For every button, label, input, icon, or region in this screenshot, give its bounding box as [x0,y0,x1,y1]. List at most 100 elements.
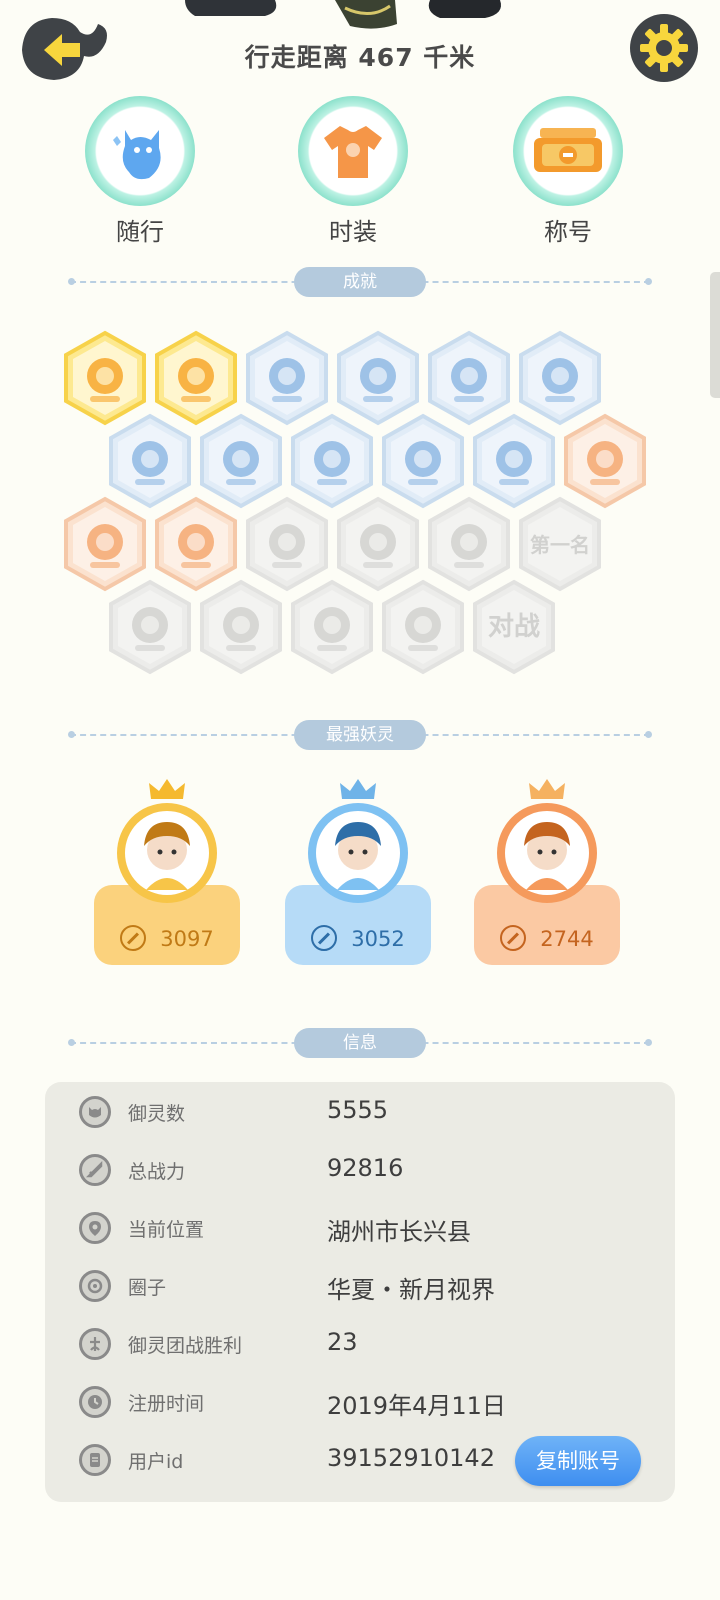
info-value: 5555 [327,1096,389,1124]
hearts-spirits-icon [291,579,373,675]
achievements-header: 成就 [294,267,426,297]
crossed-swords-icon [200,579,282,675]
cat-list-icon [382,579,464,675]
title-plaque-icon [534,128,602,172]
achievement-badge[interactable] [244,496,330,592]
achievement-badge[interactable] [562,413,648,509]
strongest-divider: 最强妖灵 [68,720,652,750]
achievement-badge[interactable] [153,330,239,426]
page-title: 行走距离 467 千米 [244,43,476,72]
battle-icon: 对战 [473,579,555,675]
circle-group-icon [79,1270,111,1302]
achievement-badge[interactable] [198,413,284,509]
info-value: 华夏・新月视界 [327,1276,495,1304]
strongest-spirit-card[interactable]: 3097 [94,775,240,975]
achievements-divider: 成就 [68,267,652,297]
achievement-badge[interactable] [153,496,239,592]
achievement-badge[interactable] [335,330,421,426]
fashion-button[interactable]: 时装 [283,96,423,247]
info-row-total-power: 总战力 92816 [45,1144,675,1194]
crown-icon [340,779,376,799]
info-key: 注册时间 [128,1393,205,1415]
companion-ghost-icon [113,130,161,180]
achievement-badge[interactable] [107,413,193,509]
yin-yang-swirl-icon [200,413,282,509]
achievement-badge[interactable] [380,413,466,509]
svg-text:对战: 对战 [488,611,540,641]
scroll-seal-icon [564,413,646,509]
spirit-power-value: 3052 [351,927,405,951]
achievement-badge[interactable] [289,413,375,509]
crown-icon [529,779,565,799]
fashion-label: 时装 [329,218,377,246]
companion-label: 随行 [116,218,164,246]
companion-button[interactable]: 随行 [70,96,210,247]
cat-book-icon [428,496,510,592]
strongest-spirit-card[interactable]: 2744 [474,775,620,975]
achievement-badge[interactable] [335,496,421,592]
achievement-badge[interactable] [517,330,603,426]
crown-icon [149,779,185,799]
spirit-count-icon [79,1096,111,1128]
achievement-badge[interactable] [198,579,284,675]
info-row-register-date: 注册时间 2019年4月11日 [45,1376,675,1426]
strongest-spirit-card[interactable]: 3052 [285,775,431,975]
settings-button[interactable] [628,12,700,84]
achievement-badge[interactable] [380,579,466,675]
spirit-power: 3097 [94,925,240,951]
strongest-header: 最强妖灵 [294,720,426,750]
cat-balloon-icon [382,413,464,509]
info-value: 23 [327,1328,358,1356]
cat-pair-icon [155,496,237,592]
spirit-fountain-icon [291,413,373,509]
id-card-icon [79,1444,111,1476]
first-place-icon: 第一名 [519,496,601,592]
info-value: 39152910142 [327,1444,495,1472]
power-icon [311,925,338,951]
info-row-spirit-count: 御灵数 5555 [45,1086,675,1136]
spirit-power: 2744 [474,925,620,951]
dragon-icon [337,496,419,592]
location-pin-icon [79,1212,111,1244]
cart-cat-icon [246,496,328,592]
clock-icon [79,1386,111,1418]
info-value: 92816 [327,1154,404,1182]
sword-power-icon [79,1154,111,1186]
achievement-badge[interactable] [62,496,148,592]
side-drawer-handle[interactable] [710,272,720,398]
achievement-badge[interactable] [107,579,193,675]
achievement-badge[interactable] [62,330,148,426]
yin-yang-badge-icon [155,330,237,426]
info-header: 信息 [294,1028,426,1058]
info-key: 当前位置 [128,1219,205,1241]
crystal-ball-icon [519,330,601,426]
svg-text:第一名: 第一名 [530,533,590,557]
power-icon [500,925,527,951]
achievement-badge[interactable] [471,413,557,509]
achievement-badge[interactable] [289,579,375,675]
fox-ear-girl-avatar [497,803,597,903]
copy-account-button[interactable]: 复制账号 [515,1436,641,1486]
info-row-team-battle: 御灵团战胜利 23 [45,1318,675,1368]
bull-statue-icon [64,496,146,592]
tshirt-icon [324,126,382,178]
achievement-badge[interactable] [244,330,330,426]
character-feet-image [185,0,501,29]
info-row-location: 当前位置 湖州市长兴县 [45,1202,675,1252]
info-row-user-id: 用户id 39152910142 复制账号 [45,1434,675,1486]
achievement-badge[interactable] [426,330,512,426]
spirit-power: 3052 [285,925,431,951]
info-key: 御灵数 [128,1103,186,1125]
achievement-badge[interactable] [426,496,512,592]
moon-icon [428,330,510,426]
angry-cloud-icon [473,413,555,509]
title-label: 称号 [544,218,592,246]
purple-hair-maiden-avatar [308,803,408,903]
crystal-icon [109,413,191,509]
spirit-power-value: 2744 [540,927,594,951]
portal-icon [337,330,419,426]
achievement-badge[interactable]: 第一名 [517,496,603,592]
achievement-badge[interactable]: 对战 [471,579,557,675]
power-icon [120,925,147,951]
title-button[interactable]: 称号 [498,96,638,247]
